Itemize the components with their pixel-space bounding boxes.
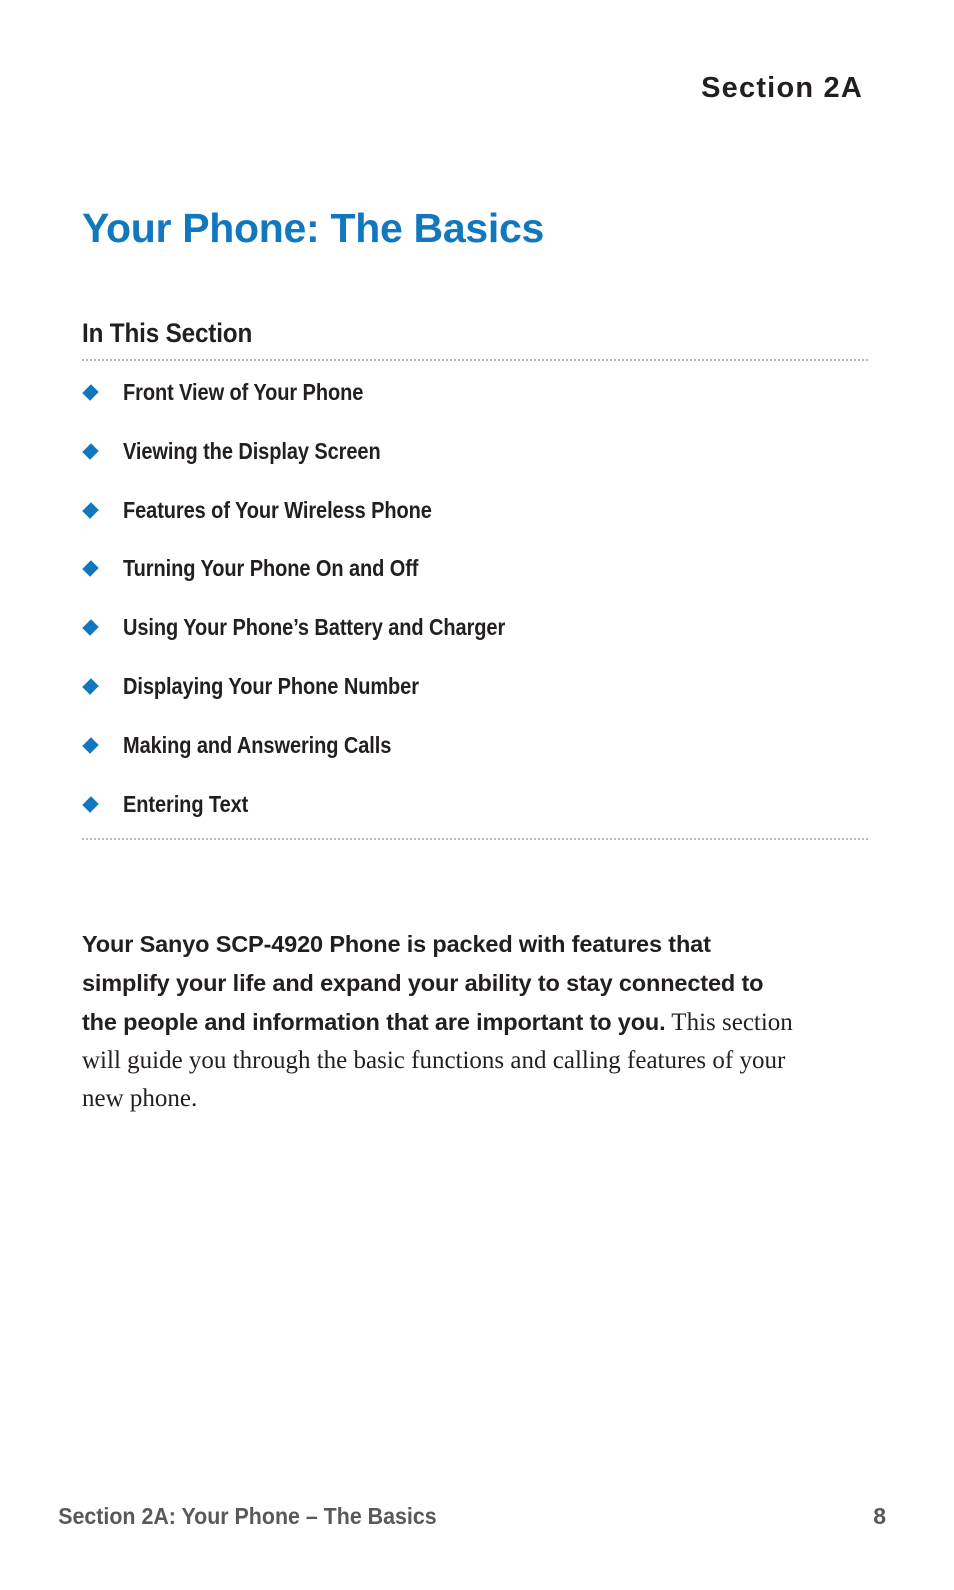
list-item[interactable]: Entering Text: [82, 791, 872, 850]
diamond-bullet-icon: [82, 501, 99, 519]
list-item-label: Using Your Phone’s Battery and Charger: [123, 614, 506, 641]
page-footer: Section 2A: Your Phone – The Basics 8: [44, 1503, 886, 1530]
divider-bottom: [82, 838, 868, 840]
divider-top: [82, 359, 868, 361]
list-item-label: Viewing the Display Screen: [123, 437, 381, 464]
in-this-section-heading: In This Section: [82, 318, 253, 348]
document-page: Section 2A Your Phone: The Basics In Thi…: [0, 0, 954, 1590]
section-label: Section 2A: [701, 72, 863, 104]
list-item-label: Front View of Your Phone: [123, 379, 364, 405]
footer-page-number: 8: [873, 1503, 886, 1529]
list-item-label: Entering Text: [123, 790, 249, 817]
diamond-bullet-icon: [82, 560, 99, 578]
page-title: Your Phone: The Basics: [82, 205, 544, 252]
in-this-section-list: Front View of Your Phone Viewing the Dis…: [82, 379, 872, 849]
list-item-label: Displaying Your Phone Number: [123, 672, 419, 699]
diamond-bullet-icon: [82, 619, 99, 636]
list-item-label: Making and Answering Calls: [123, 731, 392, 758]
diamond-bullet-icon: [82, 795, 99, 813]
list-item[interactable]: Front View of Your Phone: [82, 379, 872, 438]
list-item-label: Turning Your Phone On and Off: [123, 555, 419, 582]
list-item-label: Features of Your Wireless Phone: [123, 496, 432, 523]
list-item[interactable]: Displaying Your Phone Number: [82, 673, 872, 732]
intro-paragraph: Your Sanyo SCP-4920 Phone is packed with…: [82, 925, 802, 1118]
footer-section-text: Section 2A: Your Phone – The Basics: [58, 1503, 437, 1529]
list-item[interactable]: Features of Your Wireless Phone: [82, 497, 872, 556]
list-item[interactable]: Using Your Phone’s Battery and Charger: [82, 614, 872, 673]
intro-lead-in: Your Sanyo SCP-4920 Phone is packed with…: [82, 931, 764, 1035]
diamond-bullet-icon: [82, 384, 99, 401]
list-item[interactable]: Turning Your Phone On and Off: [82, 555, 872, 614]
diamond-bullet-icon: [82, 737, 99, 754]
list-item[interactable]: Making and Answering Calls: [82, 732, 872, 791]
diamond-bullet-icon: [82, 678, 99, 695]
list-item[interactable]: Viewing the Display Screen: [82, 438, 872, 497]
diamond-bullet-icon: [82, 443, 99, 460]
